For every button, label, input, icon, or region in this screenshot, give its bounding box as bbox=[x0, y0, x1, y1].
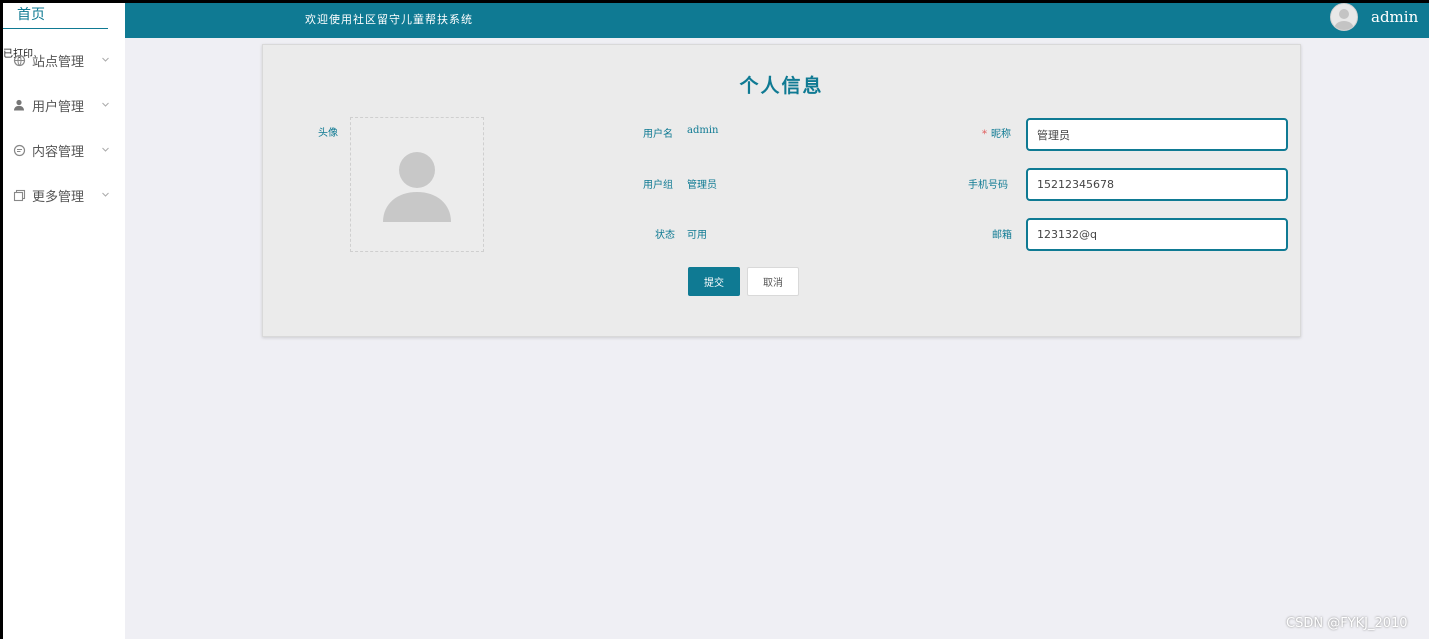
group-label: 用户组 bbox=[643, 180, 673, 191]
welcome-text: 欢迎使用社区留守儿童帮扶系统 bbox=[305, 13, 473, 26]
sidebar-item-label: 用户管理 bbox=[32, 99, 85, 115]
copy-icon bbox=[12, 188, 26, 202]
top-bar: 欢迎使用社区留守儿童帮扶系统 admin bbox=[125, 3, 1429, 38]
page-title: 个人信息 bbox=[739, 75, 824, 97]
phone-input[interactable] bbox=[1026, 168, 1288, 201]
profile-card: 个人信息 头像 用户名 admin 用户组 管理员 状态 可用 * 昵称 手机号码… bbox=[262, 44, 1301, 337]
group-value: 管理员 bbox=[687, 180, 717, 191]
header-username[interactable]: admin bbox=[1371, 8, 1418, 26]
avatar[interactable] bbox=[1330, 3, 1358, 31]
sidebar-item-site[interactable]: 站点管理 bbox=[3, 45, 125, 75]
nickname-label-text: 昵称 bbox=[991, 129, 1011, 140]
avatar-upload[interactable] bbox=[350, 117, 484, 252]
nickname-input[interactable] bbox=[1026, 118, 1288, 151]
sidebar-item-label: 站点管理 bbox=[32, 54, 85, 70]
email-input[interactable] bbox=[1026, 218, 1288, 251]
site-icon bbox=[12, 53, 26, 67]
sidebar: 首页 已打印 站点管理 用户管理 内容管理 更多管理 bbox=[3, 3, 125, 639]
sidebar-item-users[interactable]: 用户管理 bbox=[3, 90, 125, 120]
phone-label: 手机号码 bbox=[968, 180, 1008, 191]
username-label: 用户名 bbox=[643, 129, 673, 140]
user-placeholder-icon bbox=[383, 151, 451, 222]
email-label: 邮箱 bbox=[992, 230, 1012, 241]
submit-button[interactable]: 提交 bbox=[688, 267, 740, 296]
status-label: 状态 bbox=[655, 230, 675, 241]
username-value: admin bbox=[687, 125, 719, 136]
chevron-down-icon bbox=[101, 98, 111, 108]
chevron-down-icon bbox=[101, 53, 111, 63]
sidebar-item-content[interactable]: 内容管理 bbox=[3, 135, 125, 165]
required-mark: * bbox=[982, 129, 987, 140]
sidebar-home-link[interactable]: 首页 bbox=[3, 3, 108, 29]
sidebar-item-label: 更多管理 bbox=[32, 189, 85, 205]
status-value: 可用 bbox=[687, 230, 707, 241]
chevron-down-icon bbox=[101, 188, 111, 198]
chevron-down-icon bbox=[101, 143, 111, 153]
nickname-label: * 昵称 bbox=[982, 125, 1011, 140]
chat-icon bbox=[12, 143, 26, 157]
avatar-label: 头像 bbox=[318, 128, 338, 139]
app-frame: 首页 已打印 站点管理 用户管理 内容管理 更多管理 欢迎使用社区留守儿童帮扶系… bbox=[3, 3, 1429, 639]
cancel-button[interactable]: 取消 bbox=[747, 267, 799, 296]
watermark: CSDN @FYKJ_2010 bbox=[1286, 616, 1408, 631]
sidebar-item-label: 内容管理 bbox=[32, 144, 85, 160]
sidebar-item-more[interactable]: 更多管理 bbox=[3, 180, 125, 210]
user-icon bbox=[12, 98, 26, 112]
